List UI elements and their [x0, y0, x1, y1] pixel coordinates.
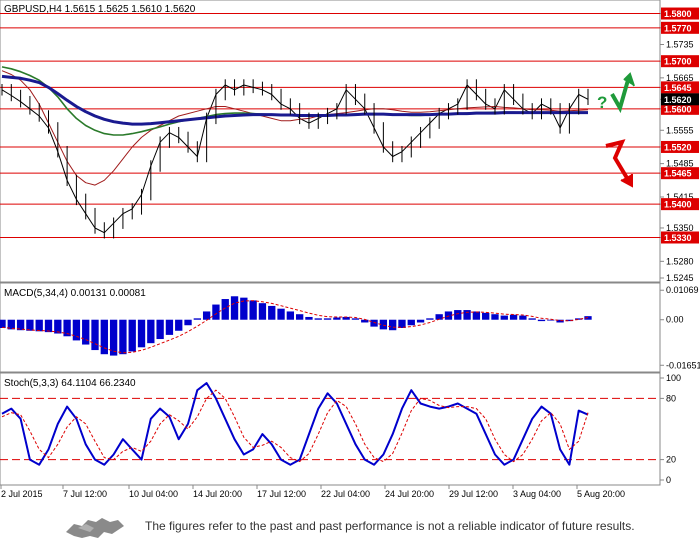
macd-bar — [528, 318, 536, 320]
bull-bear-logo-icon — [66, 518, 124, 538]
stoch-panel-title: Stoch(5,3,3) 64.1104 66.2340 — [4, 378, 136, 389]
macd-bar — [230, 296, 239, 320]
macd-bar — [454, 310, 462, 320]
macd-bar — [509, 314, 518, 320]
macd-bar — [323, 318, 332, 320]
question-mark-annotation: ? — [597, 93, 607, 112]
macd-bar — [0, 319, 6, 328]
price-panel-title: GBPUSD,H4 1.5615 1.5625 1.5610 1.5620 — [4, 4, 196, 15]
macd-bar — [370, 319, 378, 327]
macd-tick-label: 0.00 — [666, 315, 684, 325]
time-tick-label: 10 Jul 04:00 — [129, 489, 178, 499]
time-axis: 2 Jul 2015 7 Jul 12:00 10 Jul 04:00 14 Jul … — [0, 485, 625, 499]
price-axis: 1.5800 1.5770 1.5735 1.5700 1.56651.5645 1.56… — [660, 7, 699, 283]
price-tick-label: 1.5485 — [666, 159, 694, 169]
macd-tick-label: 0.01069 — [666, 285, 699, 295]
stoch-tick-label: 100 — [666, 373, 681, 383]
macd-panel: 0.01069 0.00 -0.01651 MACD(5,34,4) 0.00131… — [0, 282, 700, 373]
macd-bar — [268, 305, 276, 320]
level-label: 1.5645 — [664, 83, 692, 93]
stoch-panel: 100 80 20 0 Stoch(5,3,3) 64.1104 66.2340 — [0, 372, 681, 486]
macd-bar — [26, 319, 34, 331]
macd-bar — [314, 318, 322, 320]
time-tick-label: 7 Jul 12:00 — [63, 489, 107, 499]
time-tick-label: 2 Jul 2015 — [1, 489, 43, 499]
macd-bar — [351, 318, 360, 320]
macd-bar — [305, 316, 313, 320]
level-label: 1.5700 — [664, 57, 692, 67]
price-panel: 1.5800 1.5770 1.5735 1.5700 1.56651.5645 1.56… — [0, 0, 699, 283]
price-tick-label: 1.5245 — [666, 273, 694, 283]
level-label: 1.5770 — [664, 23, 692, 33]
current-price-label: 1.5620 — [664, 95, 692, 105]
level-label: 1.5400 — [664, 200, 692, 210]
macd-bar — [175, 319, 183, 331]
macd-bar — [221, 299, 229, 320]
macd-bar — [277, 308, 285, 320]
level-label: 1.5465 — [664, 169, 692, 179]
macd-tick-label: -0.01651 — [666, 360, 700, 370]
macd-bar — [472, 311, 481, 320]
macd-bar — [137, 319, 146, 348]
macd-bar — [156, 319, 164, 340]
macd-bar — [147, 319, 155, 344]
time-tick-label: 29 Jul 12:00 — [449, 489, 498, 499]
macd-bar — [202, 311, 211, 320]
macd-bar — [416, 319, 425, 323]
level-label: 1.5330 — [664, 233, 692, 243]
macd-axis: 0.01069 0.00 -0.01651 — [660, 285, 700, 370]
macd-bar — [444, 311, 453, 320]
macd-bar — [119, 319, 127, 355]
macd-bar — [193, 318, 201, 320]
time-tick-label: 14 Jul 20:00 — [193, 489, 242, 499]
macd-bar — [35, 319, 43, 332]
macd-bar — [333, 317, 341, 320]
macd-bar — [537, 319, 546, 322]
price-tick-label: 1.5280 — [666, 256, 694, 266]
disclaimer-text: The figures refer to the past and past p… — [145, 519, 635, 533]
macd-panel-title: MACD(5,34,4) 0.00131 0.00081 — [4, 288, 146, 299]
macd-bar — [165, 319, 174, 335]
macd-bar — [519, 315, 527, 320]
macd-bar — [258, 303, 267, 320]
stoch-tick-label: 0 — [666, 475, 671, 485]
time-tick-label: 22 Jul 04:00 — [321, 489, 370, 499]
macd-bar — [389, 319, 397, 331]
macd-bar — [286, 311, 295, 320]
price-tick-label: 1.5665 — [666, 73, 694, 83]
level-label: 1.5600 — [664, 104, 692, 114]
level-label: 1.5520 — [664, 142, 692, 152]
macd-bar — [295, 314, 304, 320]
time-tick-label: 5 Aug 20:00 — [577, 489, 625, 499]
macd-bar — [500, 315, 508, 320]
stoch-tick-label: 20 — [666, 455, 676, 465]
stoch-axis: 100 80 20 0 — [660, 373, 681, 485]
macd-bar — [128, 319, 136, 352]
price-tick-label: 1.5555 — [666, 125, 694, 135]
level-label: 1.5800 — [664, 9, 692, 19]
time-tick-label: 17 Jul 12:00 — [257, 489, 306, 499]
time-tick-label: 3 Aug 04:00 — [513, 489, 561, 499]
macd-bar — [249, 300, 257, 320]
stoch-tick-label: 80 — [666, 393, 676, 403]
macd-bar — [407, 319, 415, 326]
macd-bar — [491, 314, 499, 320]
macd-bar — [212, 304, 220, 320]
macd-bar — [184, 319, 192, 326]
macd-bar — [482, 312, 490, 320]
time-tick-label: 24 Jul 20:00 — [385, 489, 434, 499]
macd-bar — [361, 319, 369, 323]
chart-canvas: 1.5800 1.5770 1.5735 1.5700 1.56651.5645 1.56… — [0, 0, 700, 499]
price-tick-label: 1.5735 — [666, 40, 694, 50]
macd-bar — [426, 318, 434, 320]
macd-bar — [100, 319, 108, 355]
macd-bar — [463, 310, 471, 320]
macd-bar — [91, 319, 99, 351]
macd-bar — [44, 319, 53, 333]
price-tick-label: 1.5350 — [666, 223, 694, 233]
